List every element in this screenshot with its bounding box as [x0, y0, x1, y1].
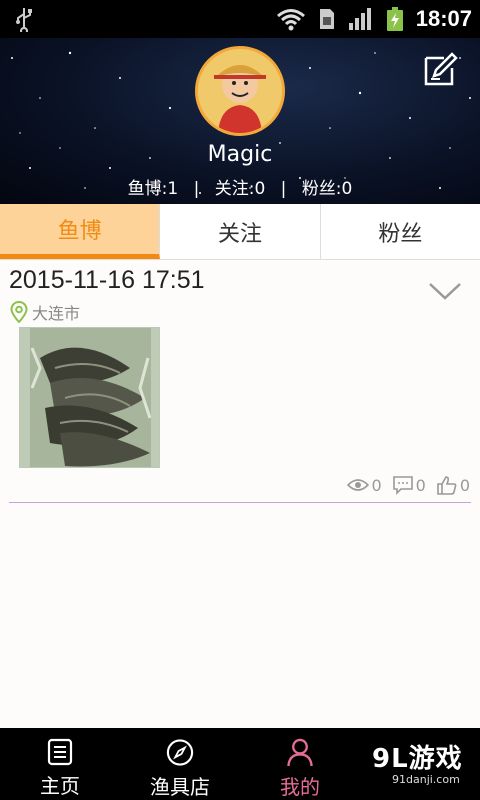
post-divider — [9, 502, 471, 503]
home-icon — [47, 738, 73, 766]
like-count-value: 0 — [459, 475, 470, 495]
sim-card-icon — [319, 9, 334, 29]
nav-home[interactable]: 主页 — [0, 728, 120, 800]
nav-me-label: 我的 — [280, 775, 320, 799]
avatar[interactable] — [195, 46, 285, 136]
watermark-url: 91danji.com — [392, 773, 460, 786]
signal-icon — [348, 8, 371, 30]
stat-following: 关注:0 — [214, 179, 266, 199]
profile-tabs: 鱼博 关注 粉丝 — [0, 204, 480, 260]
edit-post-icon[interactable] — [422, 52, 458, 88]
status-bar: 18:07 — [0, 0, 480, 38]
nav-tackle-shop[interactable]: 渔具店 — [120, 728, 240, 800]
wifi-icon — [276, 9, 305, 31]
location-label: 大连市 — [32, 304, 81, 323]
tab-following[interactable]: 关注 — [160, 204, 321, 259]
stat-followers: 粉丝:0 — [301, 179, 353, 199]
watermark: 9L游戏 91danji.com — [372, 738, 480, 798]
chevron-down-icon[interactable] — [428, 280, 462, 302]
tab-followers[interactable]: 粉丝 — [321, 204, 480, 259]
watermark-brand: 9L游戏 — [372, 744, 463, 774]
post-photo[interactable] — [19, 327, 160, 468]
compass-icon — [166, 739, 194, 766]
location-pin-icon — [10, 301, 28, 323]
profile-stats: 鱼博:1 | 关注:0 | 粉丝:0 — [0, 174, 480, 199]
stat-posts: 鱼博:1 — [127, 179, 179, 199]
thumbs-up-icon — [437, 476, 457, 495]
nav-me[interactable]: 我的 — [240, 728, 360, 800]
username: Magic — [207, 142, 273, 167]
stat-separator: | — [280, 179, 287, 199]
comment-count[interactable]: 0 — [392, 475, 426, 495]
person-icon — [287, 738, 313, 767]
fish-photo — [20, 328, 159, 467]
view-count-value: 0 — [371, 475, 382, 495]
clock: 18:07 — [415, 6, 472, 31]
like-count[interactable]: 0 — [436, 475, 470, 495]
post-datetime: 2015-11-16 17:51 — [9, 266, 205, 294]
eye-icon — [347, 479, 370, 491]
post-location: 大连市 — [10, 300, 80, 324]
nav-tackle-shop-label: 渔具店 — [150, 775, 210, 799]
post-counters: 0 0 0 — [347, 475, 470, 495]
battery-charging-icon — [386, 7, 403, 31]
usb-icon — [16, 8, 32, 32]
view-count: 0 — [347, 475, 382, 495]
profile-header: Magic 鱼博:1 | 关注:0 | 粉丝:0 — [0, 38, 480, 204]
comment-count-value: 0 — [415, 475, 426, 495]
tab-posts[interactable]: 鱼博 — [0, 204, 161, 259]
comment-icon — [392, 476, 413, 495]
stat-separator: | — [193, 179, 200, 199]
nav-home-label: 主页 — [40, 774, 80, 798]
avatar-image — [198, 49, 282, 133]
